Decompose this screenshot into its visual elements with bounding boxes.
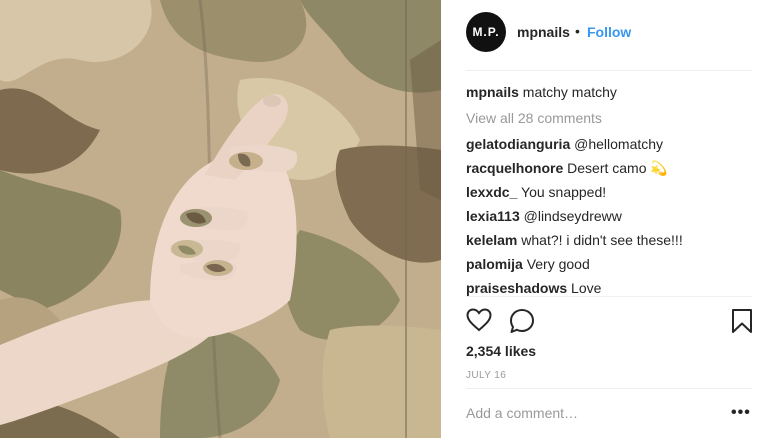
- view-all-comments-link[interactable]: View all 28 comments: [466, 108, 756, 134]
- comment-item: lexia113 @lindseydreww: [466, 206, 756, 230]
- caption: mpnails matchy matchy: [466, 82, 756, 108]
- comment-item: praiseshadows Love: [466, 278, 756, 296]
- comment-item: kelelam what?! i didn't see these!!!: [466, 230, 756, 254]
- caption-text: matchy matchy: [522, 84, 617, 100]
- comment-username[interactable]: praiseshadows: [466, 280, 567, 296]
- add-comment-input[interactable]: [466, 405, 696, 421]
- post-header: M.P. mpnails • Follow: [441, 0, 770, 70]
- comment-username[interactable]: lexxdc_: [466, 184, 517, 200]
- separator-dot: •: [575, 23, 580, 39]
- post-photo[interactable]: [0, 0, 441, 438]
- comment-mention[interactable]: @lindseydreww: [524, 208, 622, 224]
- header-divider: [466, 70, 752, 71]
- more-options-icon[interactable]: •••: [731, 404, 751, 422]
- comment-item: palomija Very good: [466, 254, 756, 278]
- comment-mention[interactable]: @hellomatchy: [574, 136, 663, 152]
- comment-item: lexxdc_ You snapped!: [466, 182, 756, 206]
- comment-item: racquelhonore Desert camo 💫: [466, 158, 756, 182]
- post-sidebar: M.P. mpnails • Follow mpnails matchy mat…: [441, 0, 770, 438]
- comment-username[interactable]: lexia113: [466, 208, 520, 224]
- comment-username[interactable]: kelelam: [466, 232, 517, 248]
- likes-count[interactable]: 2,354 likes: [466, 343, 536, 359]
- comment-username[interactable]: palomija: [466, 256, 523, 272]
- comments-divider: [466, 296, 752, 297]
- action-bar: [466, 308, 756, 334]
- follow-button[interactable]: Follow: [587, 24, 631, 40]
- comment-text: what?! i didn't see these!!!: [521, 232, 683, 248]
- heart-icon[interactable]: [466, 308, 492, 337]
- comment-text: Desert camo 💫: [567, 160, 668, 176]
- comment-text: Love: [571, 280, 602, 296]
- avatar[interactable]: M.P.: [466, 12, 506, 52]
- comment-username[interactable]: racquelhonore: [466, 160, 563, 176]
- post-date: JULY 16: [466, 370, 507, 381]
- camo-hand-image: [0, 0, 441, 438]
- caption-username[interactable]: mpnails: [466, 84, 519, 100]
- bookmark-icon[interactable]: [731, 308, 753, 339]
- header-username[interactable]: mpnails: [517, 24, 570, 40]
- comments-section: mpnails matchy matchy View all 28 commen…: [466, 82, 756, 296]
- date-divider: [466, 388, 752, 389]
- comment-text: Very good: [526, 256, 590, 272]
- comment-icon[interactable]: [509, 308, 535, 339]
- comment-item: gelatodianguria @hellomatchy: [466, 134, 756, 158]
- instagram-post: M.P. mpnails • Follow mpnails matchy mat…: [0, 0, 770, 438]
- comment-text: You snapped!: [521, 184, 607, 200]
- comment-username[interactable]: gelatodianguria: [466, 136, 570, 152]
